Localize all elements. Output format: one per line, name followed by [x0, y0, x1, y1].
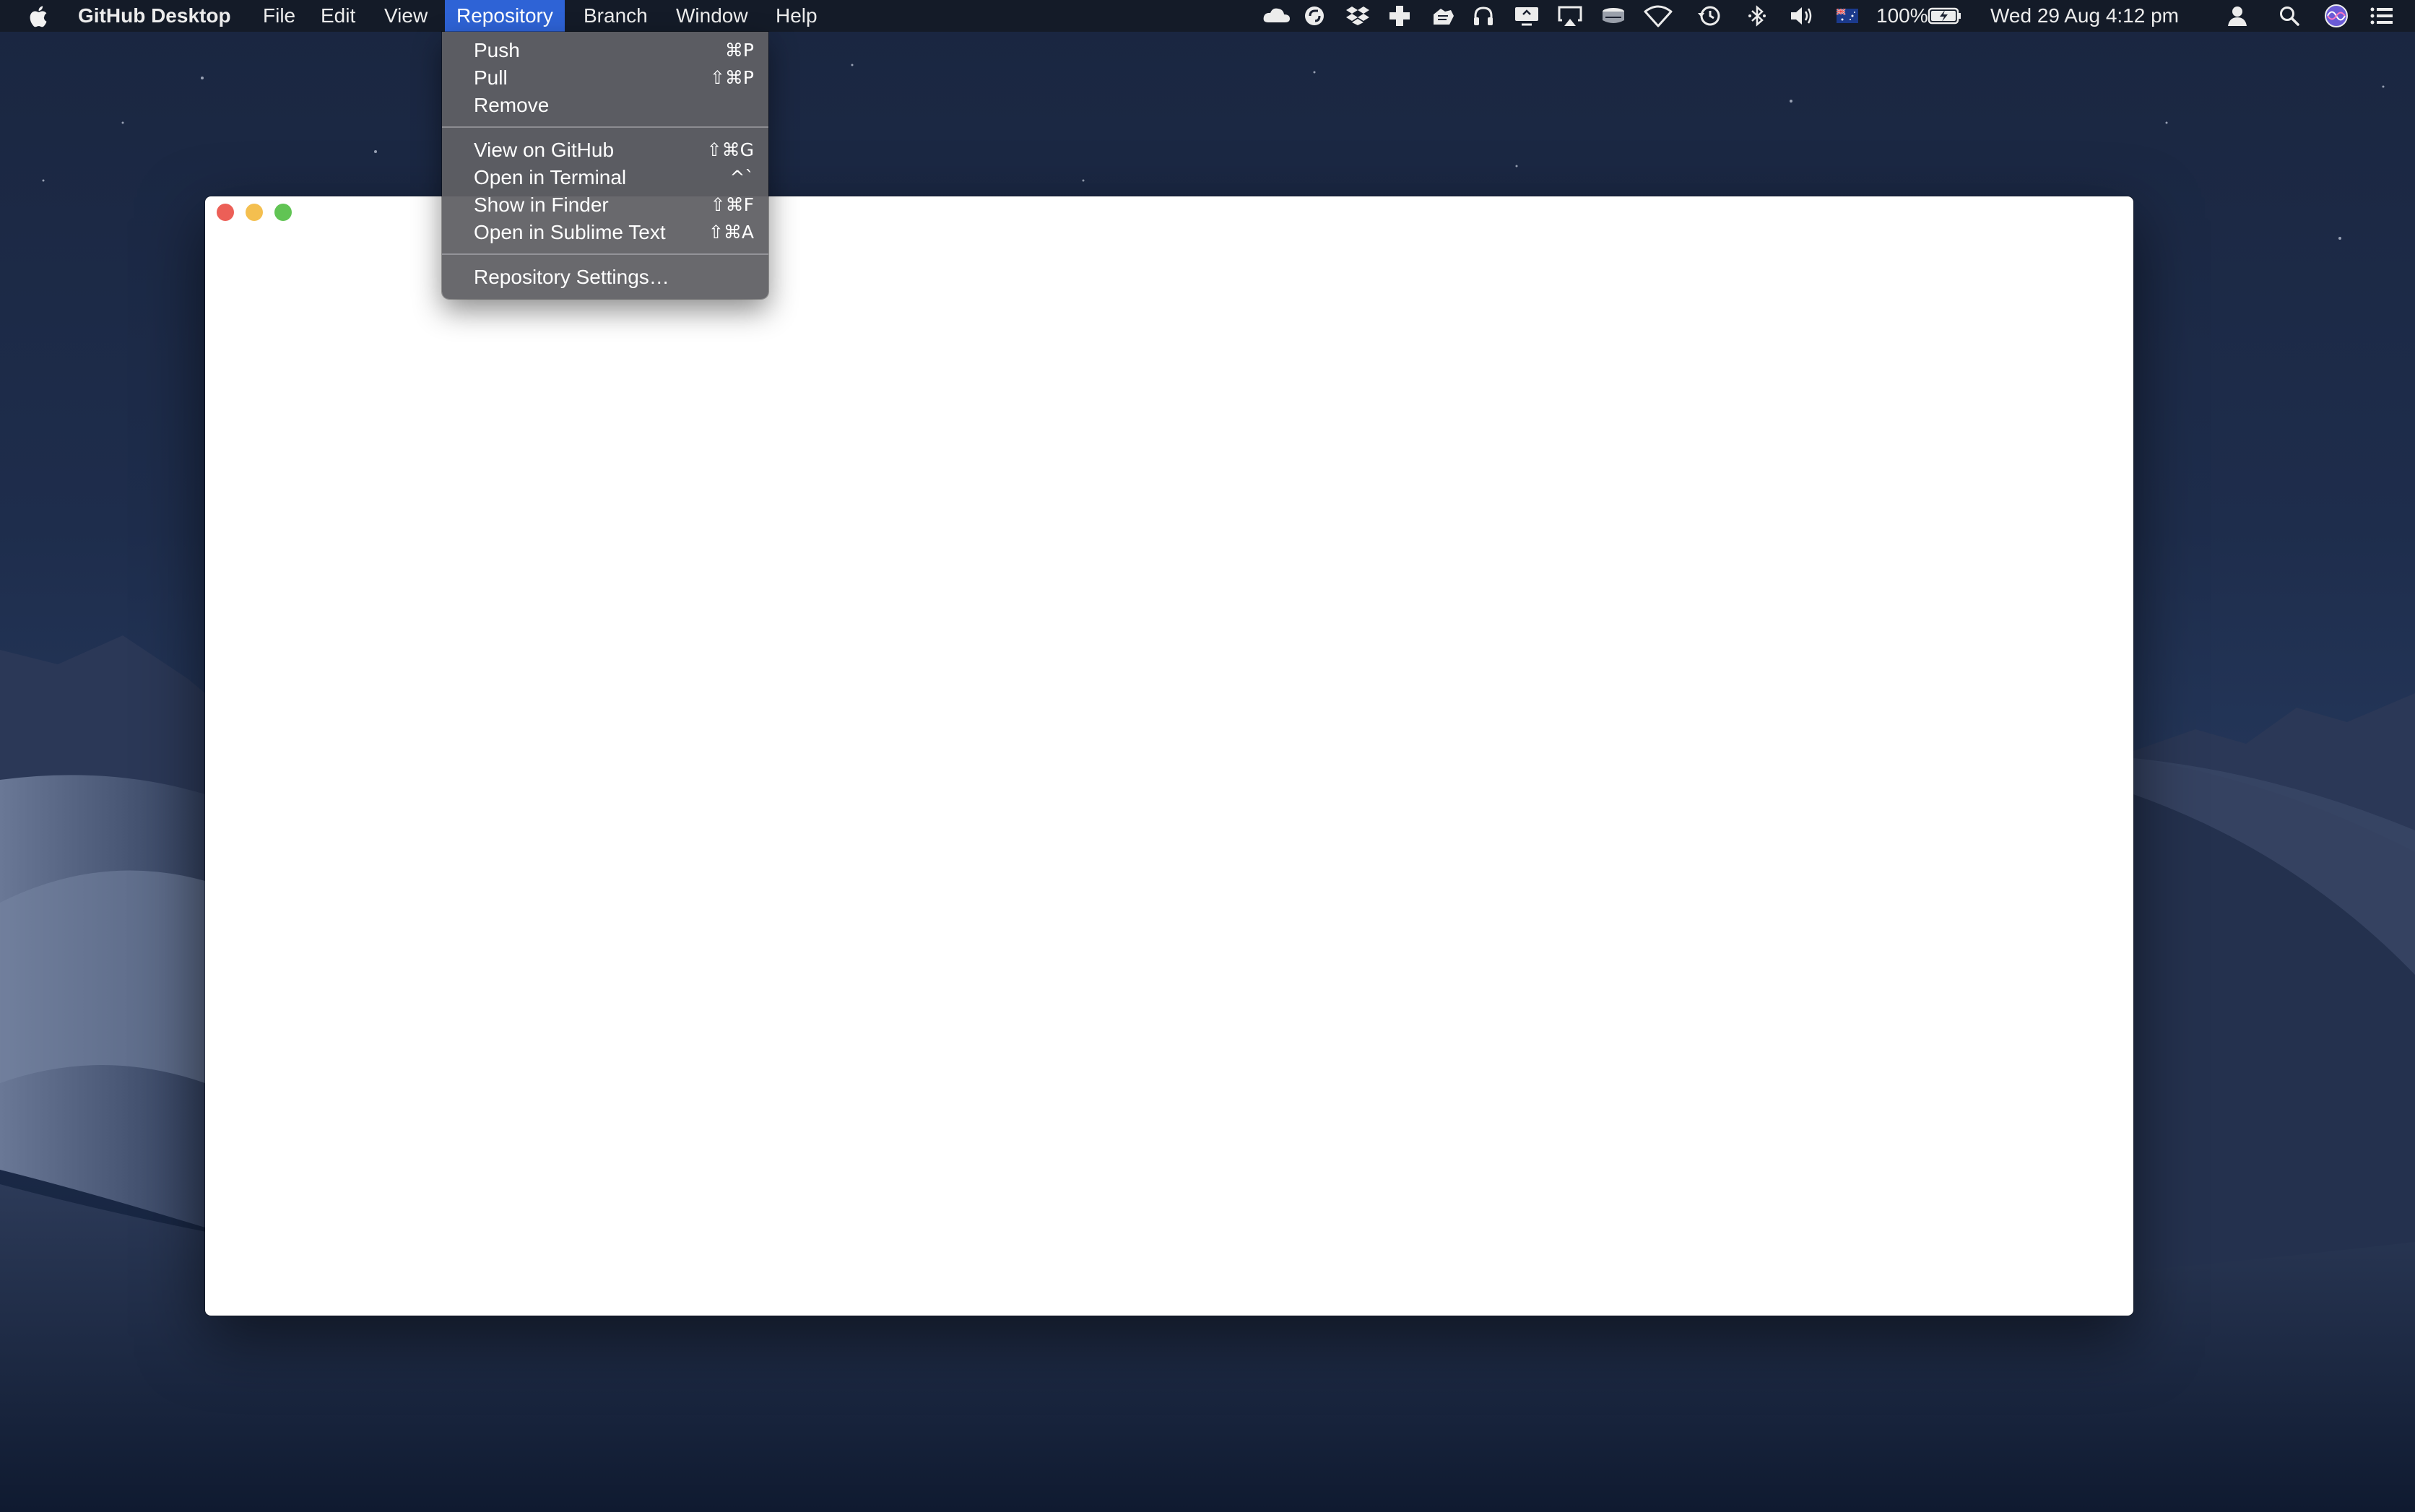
menu-item-label: Remove [474, 94, 550, 116]
menu-item-view-on-github[interactable]: View on GitHub ⇧⌘G [442, 136, 768, 164]
user-icon[interactable] [2223, 0, 2252, 32]
menu-item-shortcut: ⇧⌘G [706, 139, 754, 160]
menu-separator [442, 126, 768, 128]
menu-item-push[interactable]: Push ⌘P [442, 37, 768, 64]
menu-item-show-in-finder[interactable]: Show in Finder ⇧⌘F [442, 191, 768, 219]
time-machine-icon[interactable] [1694, 0, 1725, 32]
desktop-wallpaper: GitHub Desktop File Edit View Repository… [0, 0, 2415, 1512]
menu-item-open-in-terminal[interactable]: Open in Terminal ^` [442, 164, 768, 191]
window-minimize-button[interactable] [246, 204, 263, 221]
menu-item-label: Push [474, 39, 520, 61]
sync-icon[interactable] [1300, 0, 1329, 32]
menu-help[interactable]: Help [764, 0, 829, 32]
siri-icon[interactable] [2323, 0, 2350, 32]
menu-bar: GitHub Desktop File Edit View Repository… [0, 0, 2415, 32]
bluetooth-icon[interactable] [1745, 0, 1769, 32]
github-desktop-window [205, 196, 2133, 1316]
battery-percentage[interactable]: 100% [1876, 0, 1928, 32]
headphones-icon[interactable] [1469, 0, 1498, 32]
menu-item-label: Open in Sublime Text [474, 221, 666, 243]
cloud-app-icon[interactable] [1427, 0, 1457, 32]
window-close-button[interactable] [217, 204, 234, 221]
window-zoom-button[interactable] [274, 204, 292, 221]
menu-app-name[interactable]: GitHub Desktop [66, 0, 243, 32]
battery-icon[interactable] [1927, 0, 1963, 32]
menu-item-open-in-sublime-text[interactable]: Open in Sublime Text ⇧⌘A [442, 219, 768, 246]
apple-logo-icon[interactable] [27, 4, 52, 29]
menu-item-label: Open in Terminal [474, 166, 627, 188]
volume-icon[interactable] [1787, 0, 1818, 32]
menu-file[interactable]: File [251, 0, 307, 32]
airplay-icon[interactable] [1554, 0, 1586, 32]
screen-share-icon[interactable] [1511, 0, 1543, 32]
menu-view[interactable]: View [373, 0, 439, 32]
menu-item-shortcut: ⌘P [724, 40, 754, 61]
flag-icon[interactable] [1834, 0, 1860, 32]
creative-cloud-icon[interactable] [1261, 0, 1293, 32]
dropbox-icon[interactable] [1343, 0, 1372, 32]
menu-item-shortcut: ⇧⌘P [709, 67, 754, 88]
menu-item-repository-settings[interactable]: Repository Settings… [442, 264, 768, 291]
spotlight-search-icon[interactable] [2276, 0, 2302, 32]
menu-window[interactable]: Window [664, 0, 760, 32]
notification-center-icon[interactable] [2367, 0, 2396, 32]
menu-separator [442, 253, 768, 255]
menu-branch[interactable]: Branch [572, 0, 659, 32]
menu-item-label: View on GitHub [474, 139, 615, 161]
menu-item-label: Repository Settings… [474, 266, 669, 288]
menu-item-label: Show in Finder [474, 194, 609, 216]
menu-item-pull[interactable]: Pull ⇧⌘P [442, 64, 768, 92]
menu-item-remove[interactable]: Remove [442, 92, 768, 119]
menu-edit[interactable]: Edit [309, 0, 367, 32]
repository-menu-dropdown: Push ⌘P Pull ⇧⌘P Remove View on GitHub ⇧… [442, 32, 768, 299]
menu-item-shortcut: ^` [729, 167, 754, 188]
menu-repository[interactable]: Repository [445, 0, 565, 32]
wifi-icon[interactable] [1642, 0, 1674, 32]
menu-item-shortcut: ⇧⌘A [708, 222, 754, 243]
plus-cross-icon[interactable] [1385, 0, 1414, 32]
drive-icon[interactable] [1597, 0, 1629, 32]
menu-item-label: Pull [474, 66, 508, 89]
menu-item-shortcut: ⇧⌘F [710, 194, 754, 215]
clock-datetime[interactable]: Wed 29 Aug 4:12 pm [1990, 0, 2179, 32]
